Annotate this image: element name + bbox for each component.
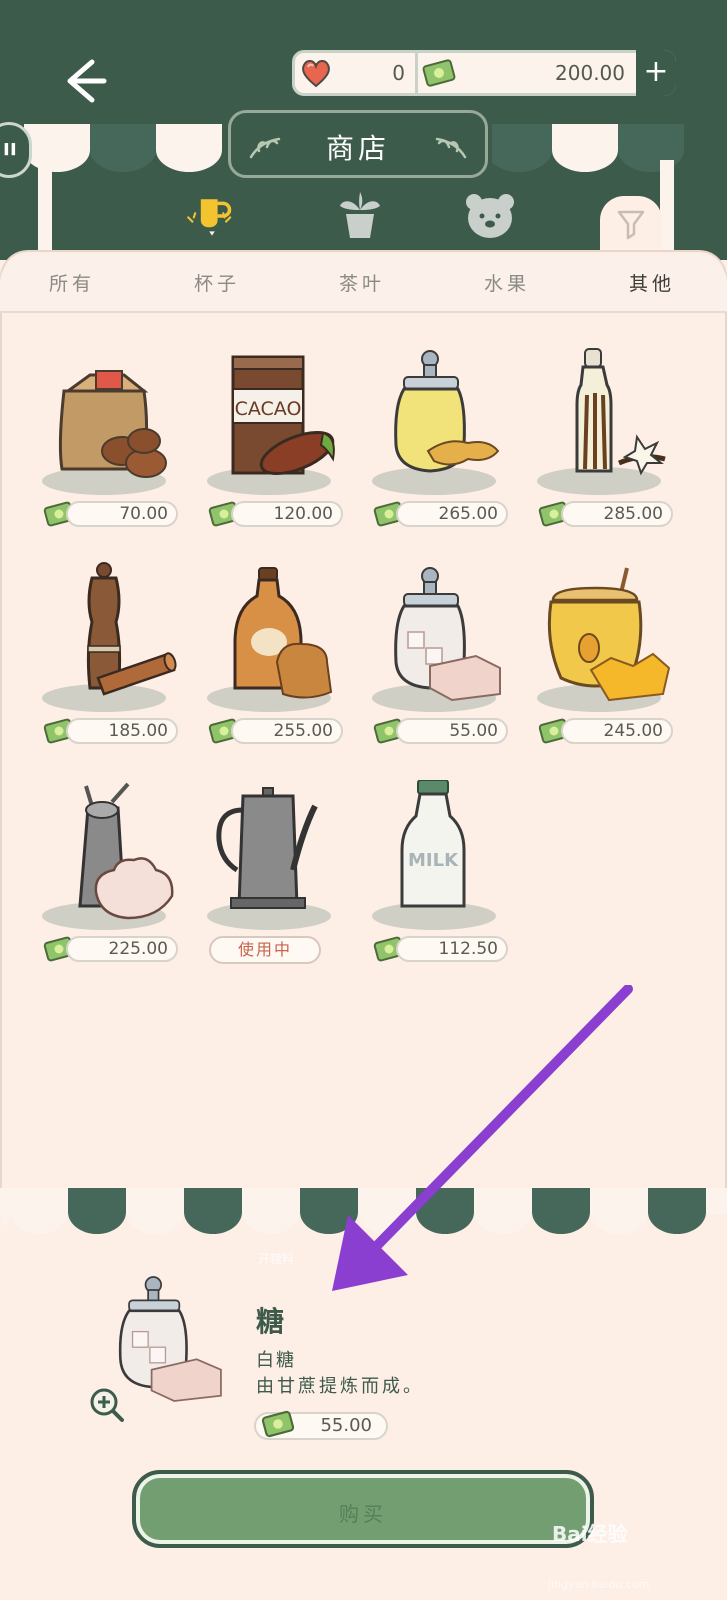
currency-bar: 0 200.00 +	[292, 50, 676, 96]
shop-title-plaque: 商店	[228, 110, 488, 178]
item-honey[interactable]: 245.00	[533, 562, 683, 762]
item-cinnamon[interactable]: 185.00	[38, 562, 188, 762]
currency-divider	[415, 53, 418, 93]
item-price: 55.00	[396, 718, 508, 744]
honey-icon	[537, 567, 671, 712]
watermark-url: jingyan.baidu.com	[548, 1578, 650, 1591]
milk-icon: MILK	[372, 780, 496, 930]
awning-pole-right	[660, 160, 674, 250]
hearts-count: 0	[392, 61, 405, 85]
zoom-icon[interactable]	[88, 1386, 126, 1424]
money-icon	[422, 59, 456, 87]
detail-item-subtitle: 白糖	[256, 1350, 296, 1371]
item-price: 255.00	[231, 718, 343, 744]
coffee-beans-icon	[42, 370, 167, 495]
item-price: 70.00	[66, 501, 178, 527]
item-milk[interactable]: MILK 112.50	[368, 780, 518, 980]
detail-tag: 开糖料	[258, 1252, 295, 1266]
maple-syrup-icon	[207, 567, 333, 712]
sugar-preview-icon	[118, 1276, 222, 1402]
pointer-arrow-annotation	[332, 985, 633, 1291]
item-price: 185.00	[66, 718, 178, 744]
speaker-icon	[4, 143, 16, 156]
money-amount: 200.00	[555, 61, 625, 85]
bear-icon[interactable]	[462, 188, 518, 244]
cacao-label: CACAO	[235, 398, 302, 420]
detail-item-description: 由甘蔗提炼而成。	[256, 1376, 424, 1397]
back-arrow-icon[interactable]	[58, 56, 108, 106]
item-price: 245.00	[561, 718, 673, 744]
whipped-cream-icon	[42, 782, 174, 930]
cacao-icon: CACAO	[207, 355, 335, 495]
add-money-button[interactable]: +	[636, 50, 676, 96]
item-price: 225.00	[66, 936, 178, 962]
item-price: 120.00	[231, 501, 343, 527]
category-tabs: 所有 杯子 茶叶 水果 其他	[0, 255, 727, 313]
milk-label: MILK	[408, 850, 459, 871]
item-price: 285.00	[561, 501, 673, 527]
item-vanilla[interactable]: 285.00	[533, 345, 683, 545]
sound-toggle-button[interactable]	[0, 122, 32, 178]
item-coffee-beans[interactable]: 70.00	[38, 345, 188, 545]
ginger-icon	[372, 350, 500, 495]
item-whipped-cream[interactable]: 225.00	[38, 780, 188, 980]
tab-cups[interactable]: 杯子	[147, 269, 287, 296]
money-icon	[261, 1410, 295, 1438]
sugar-icon	[372, 567, 501, 712]
plant-icon[interactable]	[332, 188, 388, 244]
awning-pole-left	[38, 160, 52, 250]
item-price: 112.50	[396, 936, 508, 962]
buy-button[interactable]: 购买	[132, 1470, 594, 1548]
in-use-status: 使用中	[209, 936, 321, 964]
vanilla-icon	[537, 348, 666, 495]
cup-icon[interactable]	[184, 188, 240, 244]
cinnamon-icon	[42, 562, 177, 712]
item-maple-syrup[interactable]: 255.00	[203, 562, 353, 762]
detail-item-name: 糖	[256, 1305, 285, 1338]
tab-tea[interactable]: 茶叶	[292, 269, 432, 296]
buy-button-label: 购买	[339, 1502, 387, 1526]
item-cacao[interactable]: CACAO 120.00	[203, 345, 353, 545]
kettle-icon	[207, 787, 331, 930]
watermark: Bai经验	[552, 1522, 628, 1546]
item-kettle[interactable]: 使用中	[203, 780, 353, 980]
tab-fruit[interactable]: 水果	[437, 269, 577, 296]
item-sugar[interactable]: 55.00	[368, 562, 518, 762]
item-price: 265.00	[396, 501, 508, 527]
heart-icon	[302, 60, 330, 88]
tab-other[interactable]: 其他	[582, 269, 722, 296]
filter-button[interactable]	[600, 196, 662, 256]
tab-all[interactable]: 所有	[2, 269, 142, 296]
item-ginger[interactable]: 265.00	[368, 345, 518, 545]
filter-icon	[617, 210, 645, 240]
leaf-decoration-icon	[435, 137, 467, 159]
